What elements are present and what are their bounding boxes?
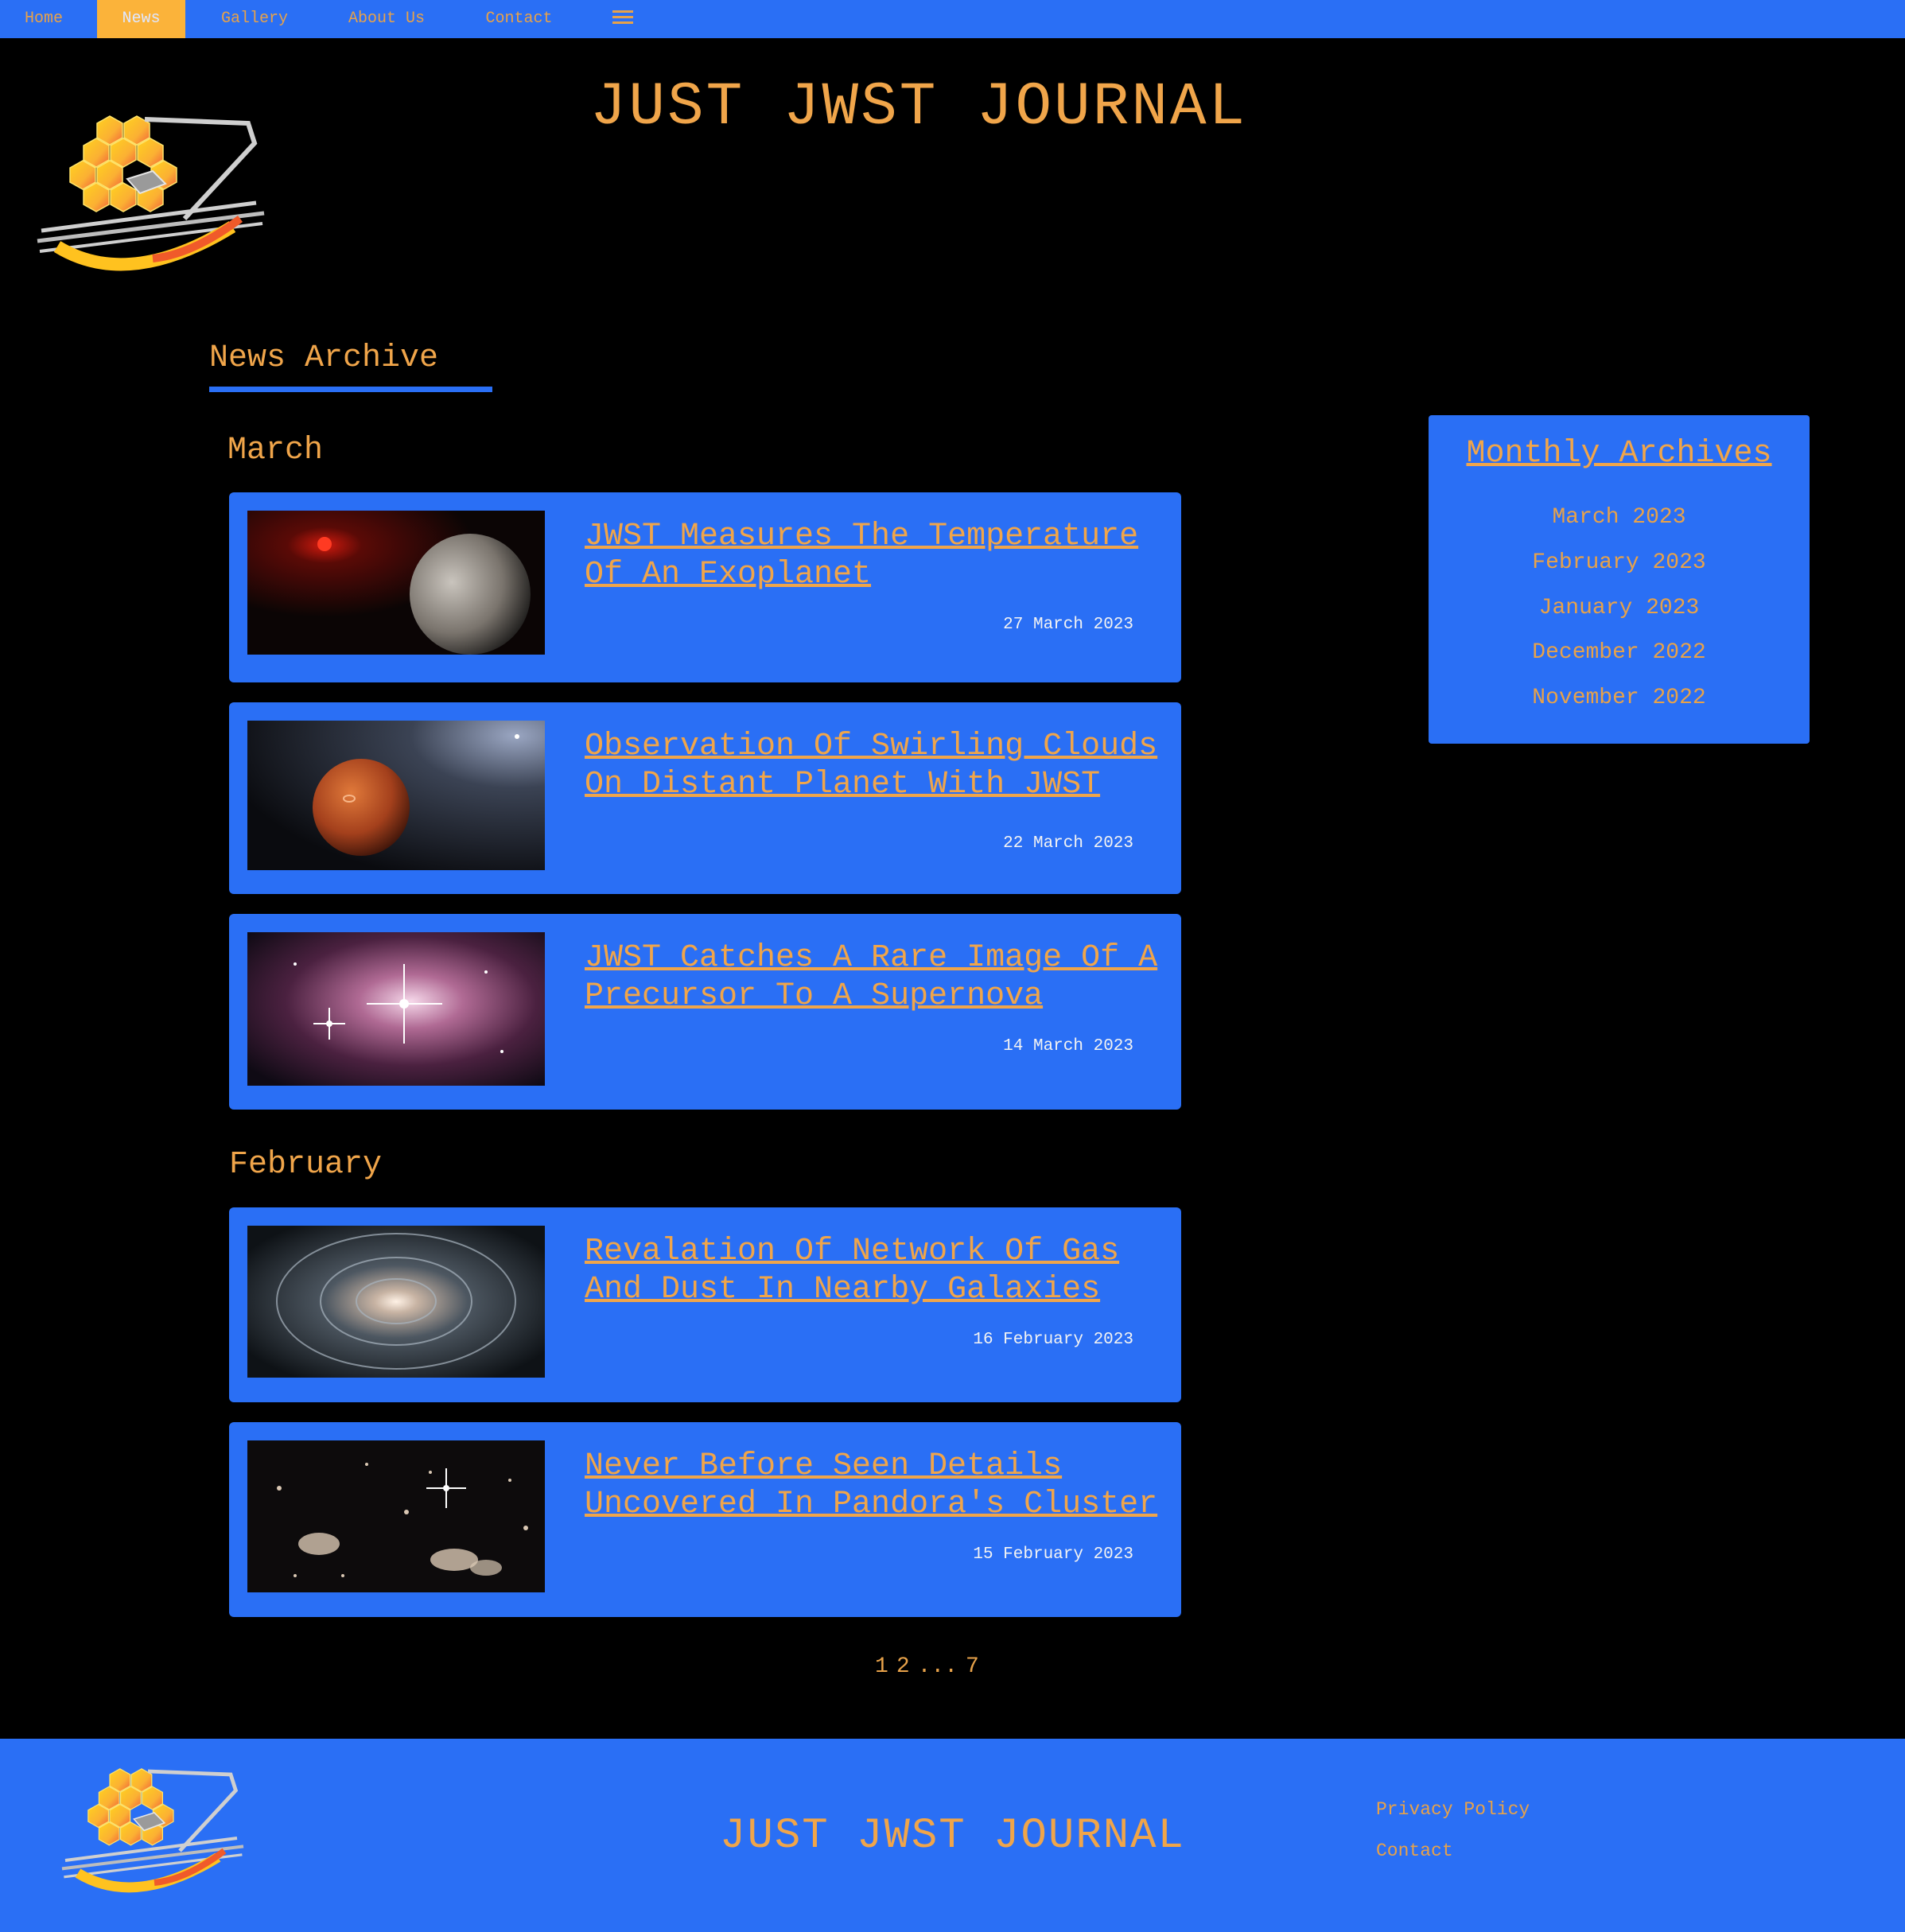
article-thumbnail-cluster[interactable] — [247, 1440, 545, 1592]
footer-contact-link[interactable]: Contact — [1376, 1841, 1453, 1861]
news-archive-heading: News Archive — [209, 340, 439, 376]
site-title: JUST JWST JOURNAL — [589, 73, 1248, 142]
pagination: 1 2... 7 — [875, 1654, 1193, 1679]
article-date: 16 February 2023 — [973, 1331, 1133, 1349]
article-date: 22 March 2023 — [1003, 834, 1133, 853]
month-heading-march: March — [227, 433, 324, 468]
news-card: JWST Measures The Temperature Of An Exop… — [229, 492, 1181, 682]
archive-link-december-2022[interactable]: December 2022 — [1429, 640, 1810, 665]
article-title-link[interactable]: JWST Catches A Rare Image Of A Precursor… — [585, 939, 1165, 1016]
news-card: Never Before Seen Details Uncovered In P… — [229, 1422, 1181, 1617]
hamburger-menu-icon[interactable] — [612, 10, 633, 26]
top-navigation-bar: Home News Gallery About Us Contact — [0, 0, 1905, 38]
archive-link-february-2023[interactable]: February 2023 — [1429, 550, 1810, 575]
article-title-link[interactable]: Never Before Seen Details Uncovered In P… — [585, 1448, 1165, 1524]
article-thumbnail-planet[interactable] — [247, 721, 545, 870]
footer-privacy-policy-link[interactable]: Privacy Policy — [1376, 1799, 1530, 1820]
page-7-link[interactable]: 7 — [966, 1654, 979, 1679]
article-thumbnail-supernova[interactable] — [247, 932, 545, 1086]
news-card: JWST Catches A Rare Image Of A Precursor… — [229, 914, 1181, 1110]
page-1-link[interactable]: 1 — [875, 1654, 888, 1679]
footer-site-title: JUST JWST JOURNAL — [720, 1812, 1185, 1860]
monthly-archives-panel: Monthly Archives March 2023 February 202… — [1429, 415, 1810, 744]
nav-contact-link[interactable]: Contact — [465, 0, 573, 38]
article-title-link[interactable]: Revalation Of Network Of Gas And Dust In… — [585, 1233, 1165, 1309]
article-thumbnail-galaxy[interactable] — [247, 1226, 545, 1378]
article-date: 14 March 2023 — [1003, 1037, 1133, 1055]
month-heading-february: February — [229, 1147, 383, 1183]
news-card: Observation Of Swirling Clouds On Distan… — [229, 702, 1181, 894]
article-date: 15 February 2023 — [973, 1545, 1133, 1564]
nav-home-link[interactable]: Home — [0, 0, 87, 38]
article-title-link[interactable]: Observation Of Swirling Clouds On Distan… — [585, 728, 1165, 804]
article-thumbnail-exoplanet[interactable] — [247, 511, 545, 655]
monthly-archives-title[interactable]: Monthly Archives — [1429, 436, 1810, 472]
archive-link-january-2023[interactable]: January 2023 — [1429, 596, 1810, 620]
nav-gallery-link[interactable]: Gallery — [199, 0, 310, 38]
news-card: Revalation Of Network Of Gas And Dust In… — [229, 1207, 1181, 1402]
archive-link-march-2023[interactable]: March 2023 — [1429, 505, 1810, 530]
footer: JUST JWST JOURNAL Privacy Policy Contact — [0, 1739, 1905, 1932]
pagination-ellipsis: ... — [917, 1654, 958, 1679]
article-title-link[interactable]: JWST Measures The Temperature Of An Exop… — [585, 518, 1165, 594]
heading-underline — [209, 387, 492, 392]
page-2-link[interactable]: 2 — [896, 1654, 910, 1679]
article-date: 27 March 2023 — [1003, 616, 1133, 634]
nav-news-link[interactable]: News — [97, 0, 185, 38]
archive-link-november-2022[interactable]: November 2022 — [1429, 686, 1810, 710]
nav-about-link[interactable]: About Us — [326, 0, 447, 38]
